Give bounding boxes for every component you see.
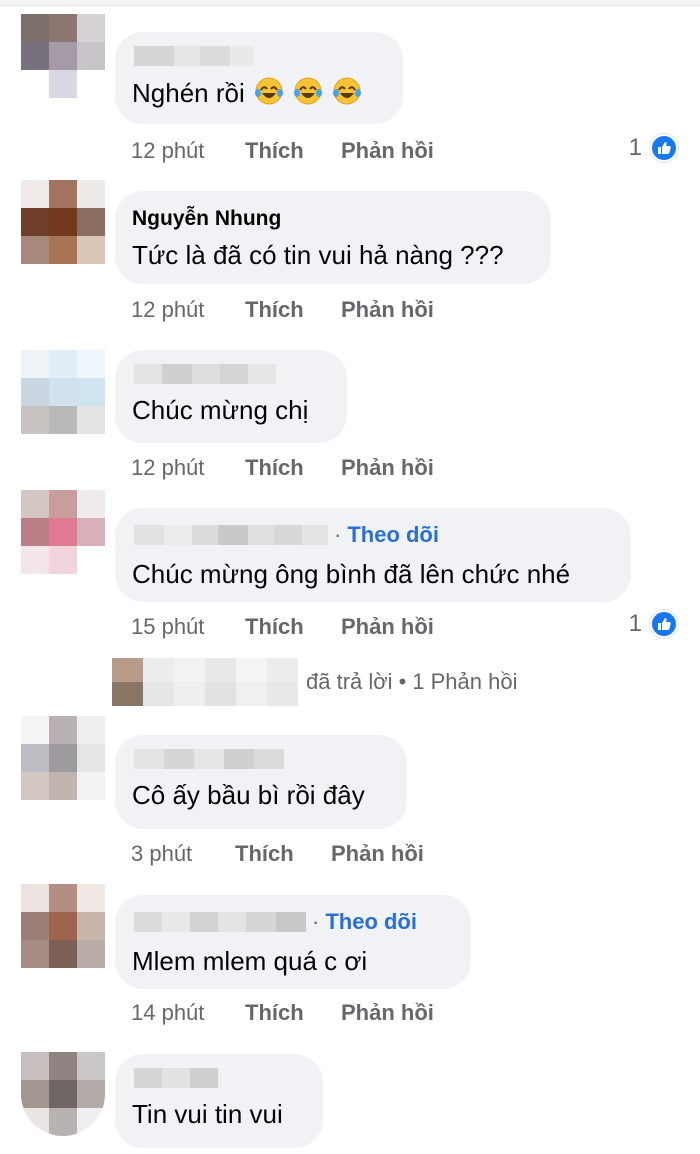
comment-bubble: Chúc mừng chị (115, 350, 347, 443)
reaction-summary[interactable]: 1 (629, 610, 678, 638)
reaction-count: 1 (628, 610, 642, 637)
avatar[interactable] (21, 884, 105, 968)
comment-text: Chúc mừng ông bình đã lên chức nhé (132, 559, 571, 589)
comment-actions: 3 phút Thích Phản hồi (131, 841, 424, 867)
comment-text: Cô ấy bầu bì rồi đây (132, 780, 365, 810)
blurred-username[interactable] (134, 46, 385, 66)
blurred-username[interactable] (134, 912, 306, 932)
like-button[interactable]: Thích (245, 297, 341, 323)
like-button[interactable]: Thích (245, 455, 341, 481)
reply-button[interactable]: Phản hồi (341, 614, 434, 640)
comment-text: Tin vui tin vui (132, 1099, 283, 1129)
blurred-username[interactable] (134, 525, 328, 545)
comment-bubble: · Theo dõi Mlem mlem quá c ơi (115, 895, 471, 989)
avatar[interactable] (21, 180, 105, 264)
separator-dot: • (398, 669, 407, 694)
blurred-username[interactable] (134, 749, 389, 769)
reaction-count: 1 (628, 134, 642, 161)
thumbs-up-icon (650, 610, 678, 638)
avatar[interactable] (21, 1052, 105, 1136)
reply-button[interactable]: Phản hồi (341, 138, 434, 164)
top-divider (0, 0, 700, 6)
comment-actions: 12 phút Thích Phản hồi (131, 455, 434, 481)
reply-button[interactable]: Phản hồi (341, 455, 434, 481)
comment-bubble: Tin vui tin vui (115, 1054, 323, 1148)
replies-count[interactable]: 1 Phản hồi (412, 669, 517, 695)
view-replies-link[interactable]: đã trả lời • 1 Phản hồi (112, 658, 517, 706)
reaction-summary[interactable]: 1 (629, 134, 678, 162)
comment-text: Chúc mừng chị (132, 395, 309, 425)
like-button[interactable]: Thích (235, 841, 331, 867)
comment-actions: 12 phút Thích Phản hồi (131, 297, 434, 323)
like-button[interactable]: Thích (245, 614, 341, 640)
comment-time[interactable]: 12 phút (131, 138, 245, 164)
laughing-tears-emoji (254, 77, 283, 105)
blurred-replier (112, 658, 298, 706)
comment-time[interactable]: 3 phút (131, 841, 235, 867)
like-button[interactable]: Thích (245, 138, 341, 164)
comment-bubble: Nghén rồi (115, 32, 403, 124)
blurred-username[interactable] (134, 364, 329, 384)
thumbs-up-icon (650, 134, 678, 162)
reply-button[interactable]: Phản hồi (331, 841, 424, 867)
reply-button[interactable]: Phản hồi (341, 297, 434, 323)
comment-time[interactable]: 12 phút (131, 455, 245, 481)
laughing-tears-emoji (294, 77, 323, 105)
commenter-header: · Theo dõi (134, 909, 453, 935)
follow-link[interactable]: · Theo dõi (334, 522, 439, 548)
comment-actions: 12 phút Thích Phản hồi (131, 138, 434, 164)
comment-bubble: Cô ấy bầu bì rồi đây (115, 735, 407, 829)
reply-button[interactable]: Phản hồi (341, 1000, 434, 1026)
avatar[interactable] (21, 716, 105, 800)
comment-bubble: · Theo dõi Chúc mừng ông bình đã lên chức… (115, 508, 631, 602)
commenter-header: · Theo dõi (134, 522, 613, 548)
comment-bubble: Nguyễn Nhung Tức là đã có tin vui hả nàn… (115, 191, 551, 284)
comment-time[interactable]: 15 phút (131, 614, 245, 640)
commenter-name[interactable]: Nguyễn Nhung (132, 205, 533, 233)
comment-time[interactable]: 14 phút (131, 1000, 245, 1026)
avatar[interactable] (21, 14, 105, 98)
like-button[interactable]: Thích (245, 1000, 341, 1026)
comment-text: Mlem mlem quá c ơi (132, 946, 368, 976)
comment-text: Nghén rồi (132, 76, 385, 109)
avatar[interactable] (21, 490, 105, 574)
comment-actions: 15 phút Thích Phản hồi (131, 614, 434, 640)
blurred-username[interactable] (134, 1068, 305, 1088)
comment-actions: 14 phút Thích Phản hồi (131, 1000, 434, 1026)
replied-text: đã trả lời (306, 669, 393, 694)
comment-time[interactable]: 12 phút (131, 297, 245, 323)
laughing-tears-emoji (333, 77, 362, 105)
avatar[interactable] (21, 350, 105, 434)
comment-text: Tức là đã có tin vui hả nàng ??? (132, 240, 504, 270)
follow-link[interactable]: · Theo dõi (312, 909, 417, 935)
